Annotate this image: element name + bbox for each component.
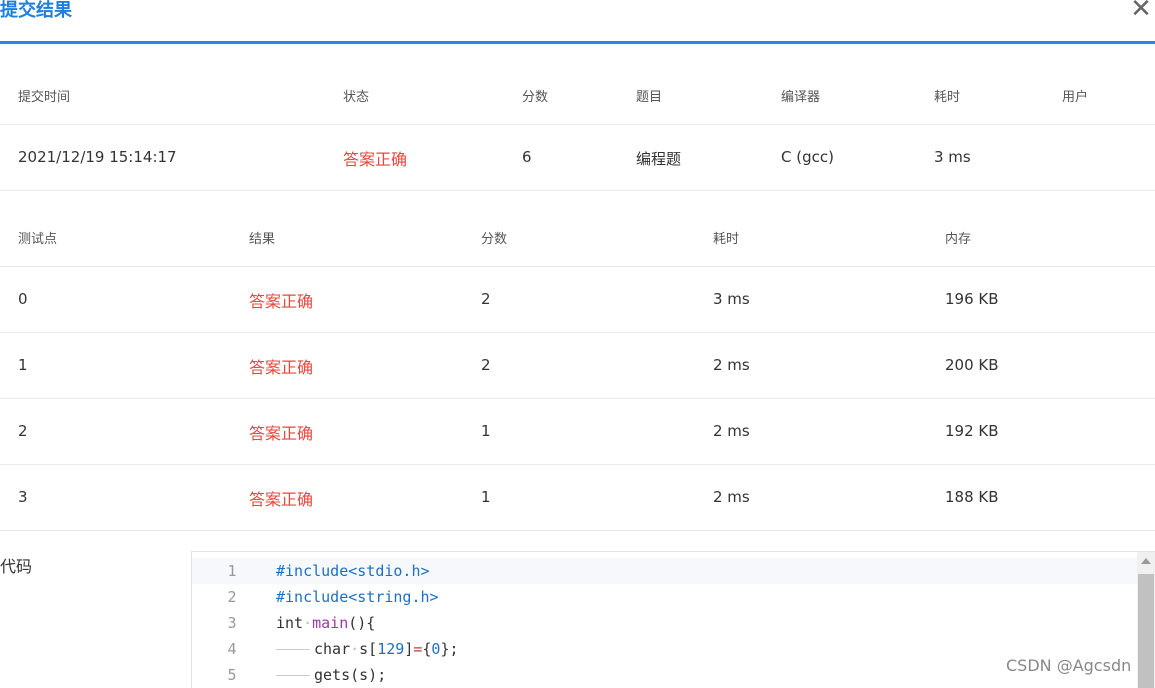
- line-number: 1: [227, 562, 237, 580]
- problem-link[interactable]: 编程题: [636, 148, 681, 169]
- testpoint-id: 2: [18, 422, 28, 440]
- table-row: 0 答案正确 2 3 ms 196 KB: [0, 267, 1155, 333]
- scrollbar-thumb[interactable]: [1138, 574, 1154, 688]
- code-text: int·main(){: [276, 614, 376, 632]
- header-submit-time: 提交时间: [18, 90, 71, 105]
- line-number: 4: [227, 640, 237, 658]
- line-number: 2: [227, 588, 237, 606]
- testpoint-time: 3 ms: [713, 290, 750, 308]
- table-row: 3 答案正确 1 2 ms 188 KB: [0, 465, 1155, 531]
- table-row: 1 答案正确 2 2 ms 200 KB: [0, 333, 1155, 399]
- testpoint-time: 2 ms: [713, 422, 750, 440]
- compiler: C (gcc): [781, 148, 834, 166]
- submission-header-row: 提交时间 状态 分数 题目 编译器 耗时 用户: [0, 44, 1155, 125]
- header-user: 用户: [1062, 90, 1089, 105]
- code-label: 代码: [0, 557, 33, 576]
- table-row: 2 答案正确 1 2 ms 192 KB: [0, 399, 1155, 465]
- code-line: 2 #include<string.h>: [192, 584, 1138, 610]
- testpoint-memory: 200 KB: [945, 356, 999, 374]
- testpoint-memory: 196 KB: [945, 290, 999, 308]
- testpoint-score: 2: [481, 290, 491, 308]
- score: 6: [522, 148, 532, 166]
- code-line: 3 int·main(){: [192, 610, 1138, 636]
- submission-row: 2021/12/19 15:14:17 答案正确 6 编程题 C (gcc) 3…: [0, 125, 1155, 191]
- header-testpoint: 测试点: [18, 232, 58, 247]
- watermark: CSDN @Agcsdn: [1006, 656, 1132, 675]
- testpoint-id: 0: [18, 290, 28, 308]
- header-score: 分数: [481, 232, 508, 247]
- close-icon[interactable]: ✕: [1126, 0, 1155, 24]
- status-badge: 答案正确: [343, 150, 408, 169]
- header-problem: 题目: [636, 90, 663, 105]
- dialog-title: 提交结果: [0, 0, 72, 21]
- submit-time: 2021/12/19 15:14:17: [18, 148, 177, 166]
- result-badge: 答案正确: [249, 424, 314, 443]
- header-time-cost: 耗时: [934, 90, 961, 105]
- time-cost: 3 ms: [934, 148, 971, 166]
- scroll-up-arrow-icon[interactable]: [1141, 558, 1151, 564]
- testpoint-memory: 192 KB: [945, 422, 999, 440]
- testpoint-time: 2 ms: [713, 356, 750, 374]
- testpoint-header-row: 测试点 结果 分数 耗时 内存: [0, 191, 1155, 267]
- code-line: 1 #include<stdio.h>: [192, 558, 1138, 584]
- result-badge: 答案正确: [249, 292, 314, 311]
- header-compiler: 编译器: [781, 90, 821, 105]
- testpoint-score: 2: [481, 356, 491, 374]
- code-text: #include<string.h>: [276, 588, 439, 606]
- code-text: char·s[129]={0};: [276, 636, 459, 662]
- vertical-scrollbar[interactable]: [1137, 552, 1155, 688]
- header-time-cost: 耗时: [713, 232, 740, 247]
- header-score: 分数: [522, 90, 549, 105]
- header-result: 结果: [249, 232, 276, 247]
- code-text: gets(s);: [276, 662, 386, 688]
- testpoint-score: 1: [481, 488, 491, 506]
- testpoint-score: 1: [481, 422, 491, 440]
- header-status: 状态: [343, 90, 370, 105]
- testpoint-id: 1: [18, 356, 28, 374]
- header-memory: 内存: [945, 232, 972, 247]
- code-line: 5 gets(s);: [192, 662, 1138, 688]
- testpoint-time: 2 ms: [713, 488, 750, 506]
- line-number: 3: [227, 614, 237, 632]
- result-badge: 答案正确: [249, 358, 314, 377]
- testpoint-memory: 188 KB: [945, 488, 999, 506]
- testpoint-id: 3: [18, 488, 28, 506]
- line-number: 5: [227, 666, 237, 684]
- result-badge: 答案正确: [249, 490, 314, 509]
- code-text: #include<stdio.h>: [276, 562, 430, 580]
- code-line: 4 char·s[129]={0};: [192, 636, 1138, 662]
